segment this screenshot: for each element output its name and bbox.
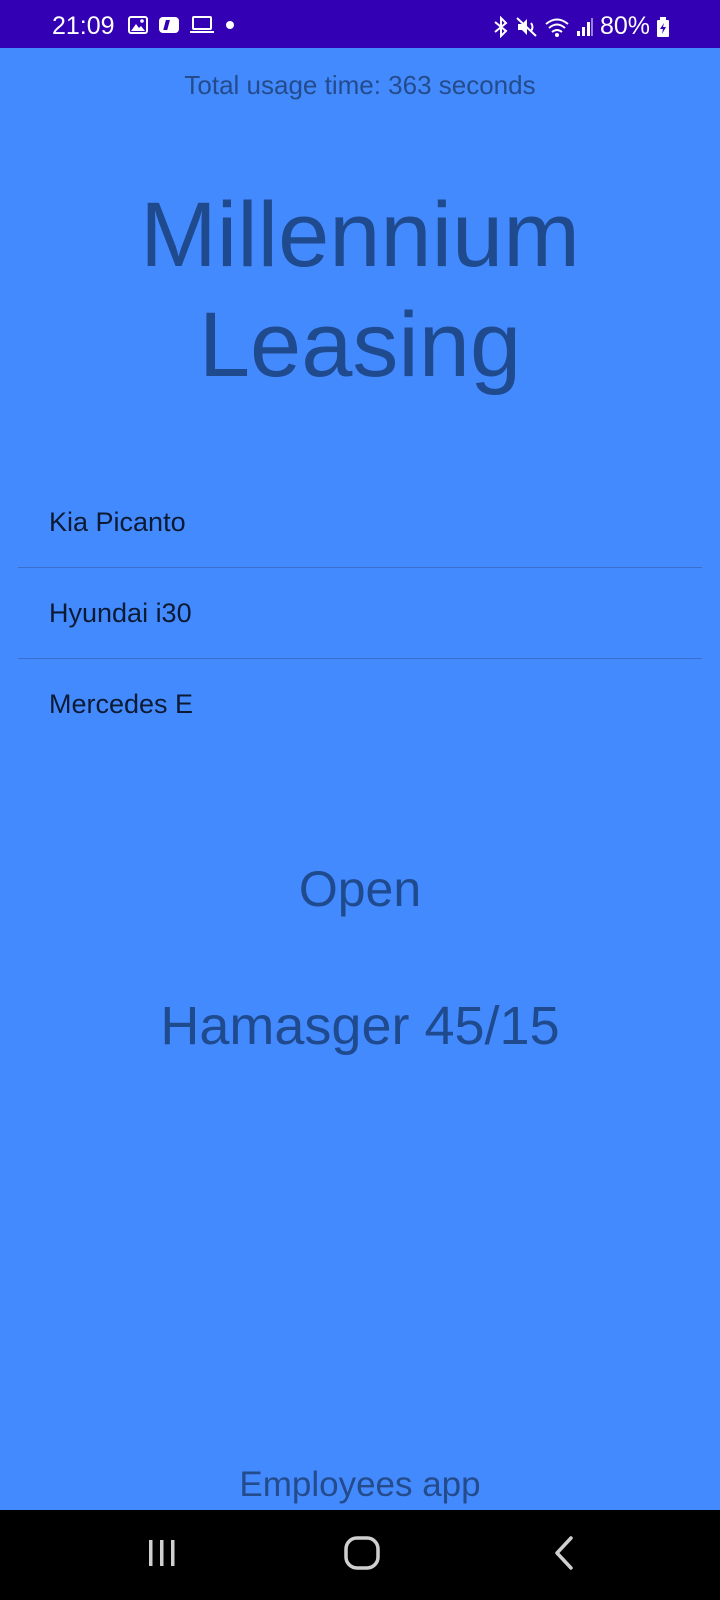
app-title: Millennium Leasing: [0, 180, 720, 400]
back-icon: [550, 1535, 578, 1576]
navigation-bar: [0, 1510, 720, 1600]
battery-percentage: 80%: [599, 12, 650, 40]
status-system-icons: 80%: [492, 14, 670, 39]
signal-icon: [576, 16, 594, 38]
dot-icon: [224, 16, 236, 34]
usage-time-label: Total usage time: 363 seconds: [184, 70, 536, 100]
app-title-line1: Millennium: [140, 184, 580, 286]
home-icon: [343, 1535, 381, 1576]
car-list-item[interactable]: Mercedes E: [18, 659, 702, 750]
recents-icon: [145, 1537, 179, 1574]
back-button[interactable]: [534, 1532, 594, 1578]
wifi-icon: [544, 16, 570, 38]
bluetooth-icon: [492, 15, 510, 38]
laptop-icon: [190, 16, 214, 34]
status-time: 21:09: [52, 12, 115, 40]
status-bar: 21:09 80%: [0, 0, 720, 48]
car-list: Kia Picanto Hyundai i30 Mercedes E: [18, 477, 702, 750]
car-list-item[interactable]: Hyundai i30: [18, 568, 702, 659]
address-label: Hamasger 45/15: [160, 996, 560, 1056]
notification-app-icon: [158, 16, 180, 34]
status-notification-icons: [128, 16, 236, 34]
app-title-line2: Leasing: [198, 294, 522, 396]
recents-button[interactable]: [132, 1532, 192, 1578]
battery-icon: [656, 16, 670, 38]
open-status: Open: [298, 861, 422, 917]
home-button[interactable]: [332, 1532, 392, 1578]
gallery-icon: [128, 16, 148, 34]
car-list-item[interactable]: Kia Picanto: [18, 477, 702, 568]
mute-icon: [516, 16, 538, 38]
employees-app-link[interactable]: Employees app: [0, 1465, 720, 1505]
